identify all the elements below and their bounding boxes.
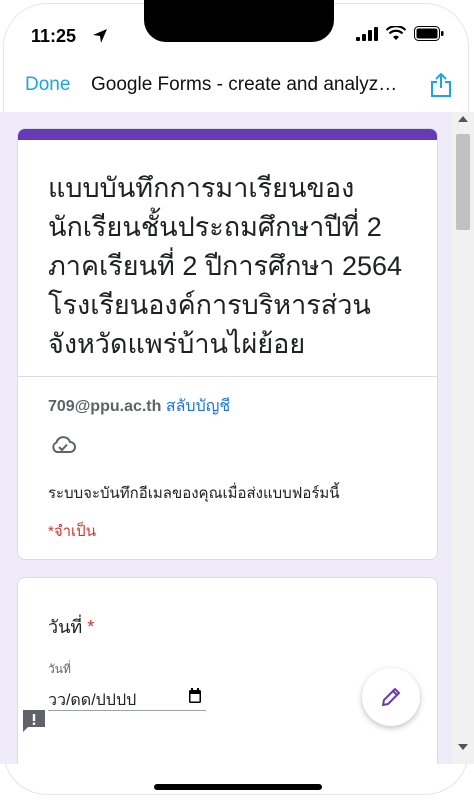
email-notice: ระบบจะบันทึกอีเมลของคุณเมื่อส่งแบบฟอร์มน… <box>48 485 340 502</box>
wifi-icon <box>386 26 406 40</box>
switch-account-link[interactable]: สลับบัญชี <box>166 398 230 415</box>
home-indicator <box>154 784 322 790</box>
feedback-icon <box>23 710 45 732</box>
date-question-card: วันที่ * วันที่ วว/ดด/ปปปป <box>17 577 438 764</box>
edit-fab-button[interactable] <box>362 668 420 726</box>
share-button[interactable] <box>430 72 452 103</box>
account-row: 709@ppu.ac.th สลับบัญชี <box>48 394 230 419</box>
required-asterisk: * <box>87 617 95 637</box>
phone-screen: 11:25 Done Google Forms - create and ana… <box>0 0 474 801</box>
date-placeholder: วว/ดด/ปปปป <box>48 692 137 709</box>
scroll-up-arrow-icon[interactable] <box>458 116 468 122</box>
browser-nav-bar: Done Google Forms - create and analyze s… <box>0 66 474 106</box>
report-feedback-button[interactable] <box>21 708 47 739</box>
date-input[interactable]: วว/ดด/ปปปป <box>48 686 206 711</box>
calendar-icon[interactable] <box>188 688 202 704</box>
status-icons <box>93 26 444 43</box>
question-title: วันที่ * <box>48 612 94 641</box>
scroll-down-arrow-icon[interactable] <box>458 744 468 750</box>
date-sublabel: วันที่ <box>48 662 71 676</box>
page-title: Google Forms - create and analyze survey… <box>91 74 403 95</box>
account-email: 709@ppu.ac.th <box>48 398 162 415</box>
done-button[interactable]: Done <box>25 74 70 96</box>
cloud-done-icon <box>50 435 76 460</box>
share-icon <box>431 72 451 97</box>
device-notch <box>144 0 334 42</box>
pencil-icon <box>382 688 400 706</box>
form-title: แบบบันทึกการมาเรียนของนักเรียนชั้นประถมศ… <box>48 173 403 359</box>
location-arrow-icon <box>93 29 107 43</box>
cellular-signal-icon <box>356 26 378 41</box>
form-header-card: แบบบันทึกการมาเรียนของนักเรียนชั้นประถมศ… <box>17 128 438 560</box>
question-title-text: วันที่ <box>48 617 83 637</box>
header-divider <box>18 376 437 377</box>
required-note: *จำเป็น <box>48 523 96 540</box>
form-content: แบบบันทึกการมาเรียนของนักเรียนชั้นประถมศ… <box>0 112 474 764</box>
scrollbar-thumb[interactable] <box>456 134 470 230</box>
form-accent-bar <box>18 129 437 140</box>
status-time: 11:25 <box>31 26 77 46</box>
battery-icon <box>414 26 444 41</box>
scrollbar[interactable] <box>452 112 474 764</box>
